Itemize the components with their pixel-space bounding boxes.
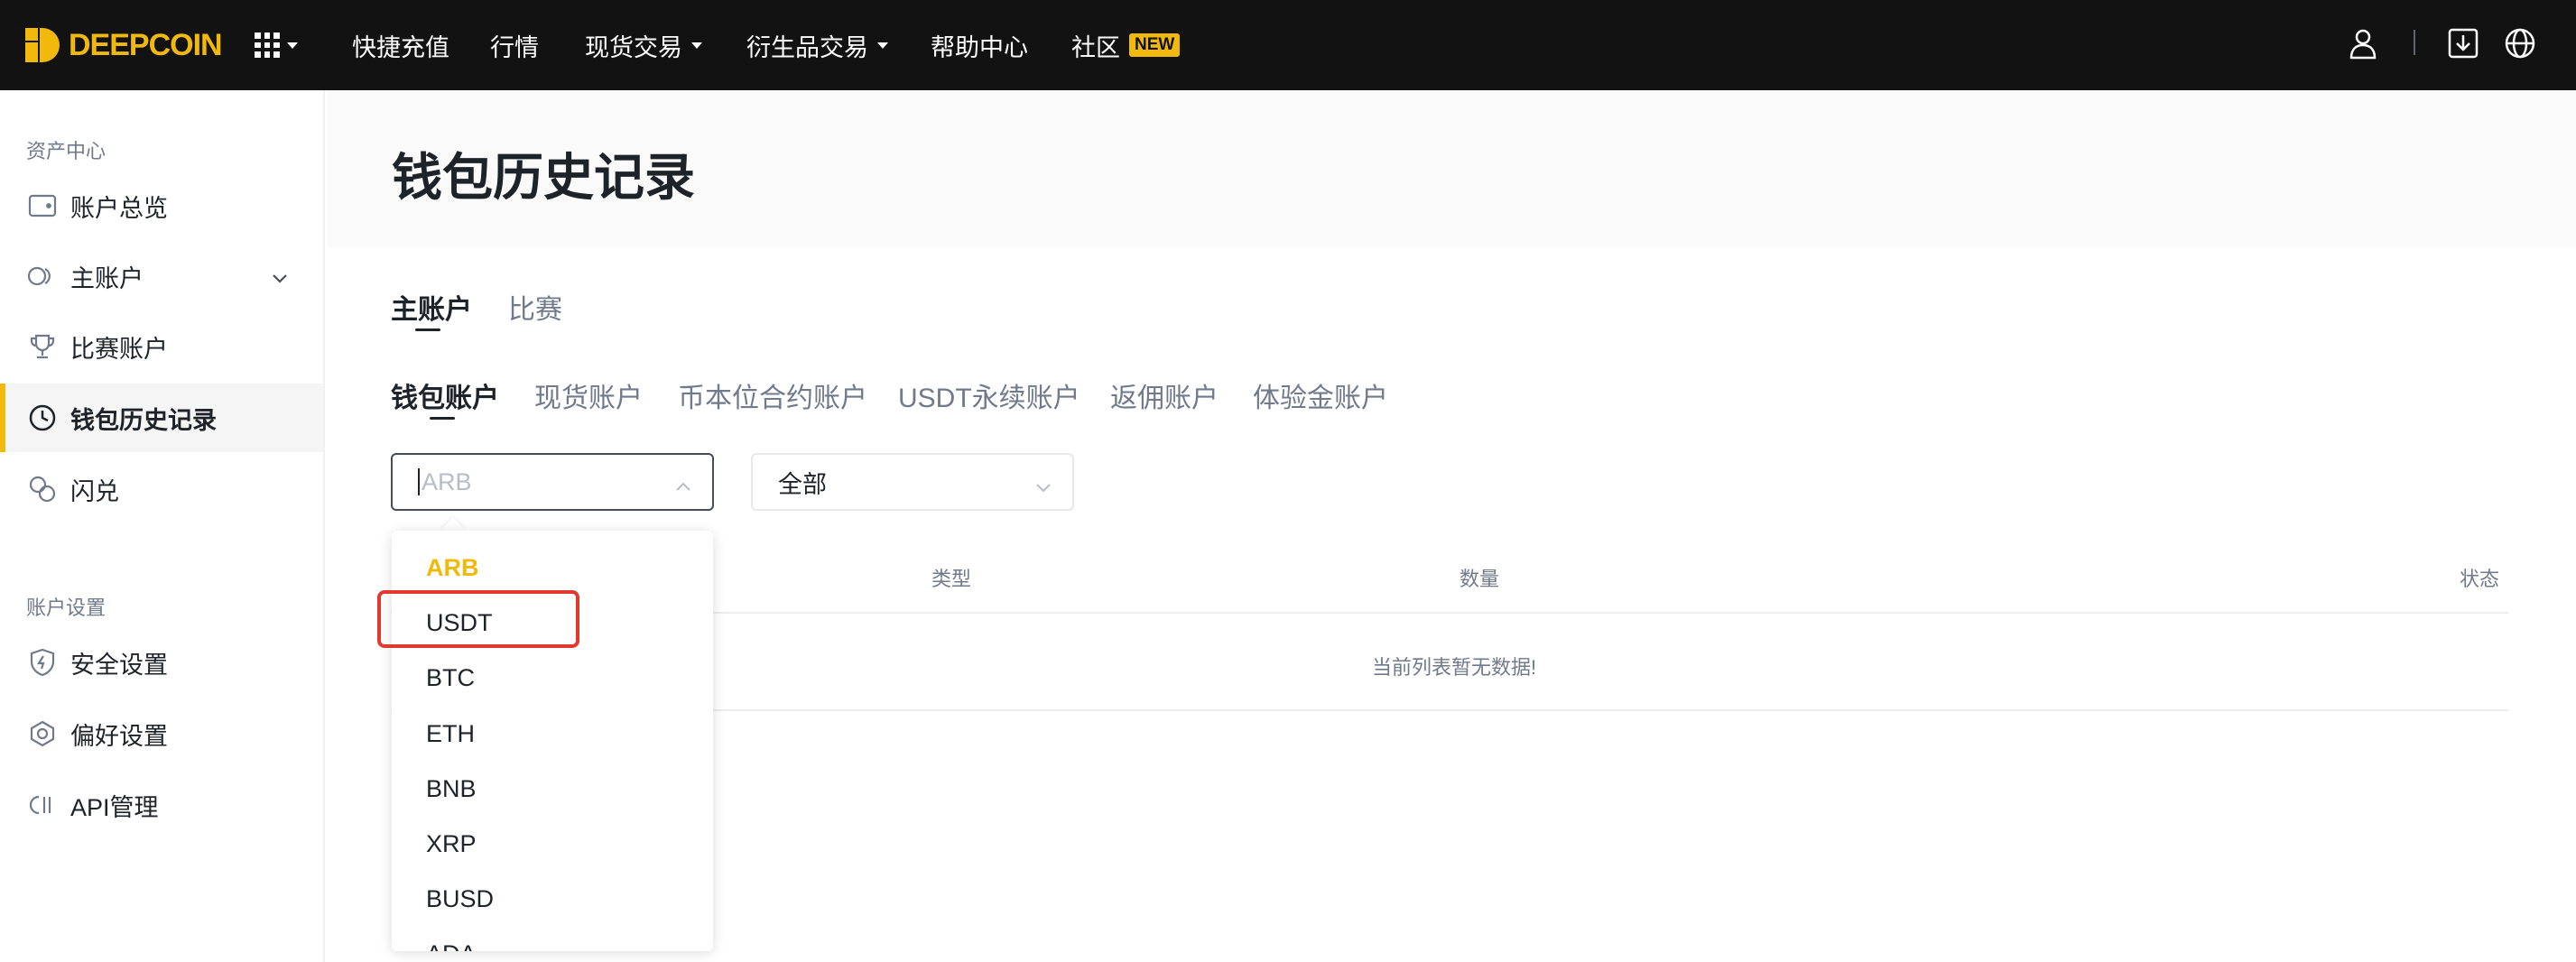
- sidebar-item-label: 偏好设置: [70, 722, 168, 750]
- nav-label: 衍生品交易: [746, 33, 868, 61]
- sidebar-item-account-overview[interactable]: 账户总览: [0, 171, 323, 240]
- divider: [2414, 30, 2415, 55]
- top-navigation-bar: DEEPCOIN 快捷充值 行情 现货交易 衍生品交易 帮助中心 社区 NEW: [0, 0, 2576, 90]
- nav-label: 社区: [1071, 33, 1120, 61]
- settings-hexagon-icon: [27, 718, 58, 749]
- user-icon[interactable]: [2345, 25, 2381, 61]
- sidebar-item-main-account[interactable]: 主账户: [0, 242, 323, 310]
- api-icon: [27, 790, 58, 820]
- shield-icon: [27, 647, 58, 678]
- type-select[interactable]: 全部: [751, 453, 1074, 511]
- apps-grid-icon: [255, 32, 280, 58]
- tab-spot-account[interactable]: 现货账户: [534, 375, 643, 415]
- new-badge: NEW: [1129, 33, 1181, 57]
- sidebar-item-security[interactable]: 安全设置: [0, 628, 323, 697]
- coin-option-arb[interactable]: ARB: [426, 554, 479, 582]
- nav-quick-deposit[interactable]: 快捷充值: [352, 25, 449, 65]
- sidebar-item-preferences[interactable]: 偏好设置: [0, 699, 323, 768]
- logo-text: DEEPCOIN: [69, 27, 223, 62]
- clock-icon: [27, 402, 58, 433]
- sidebar-item-wallet-history[interactable]: 钱包历史记录: [0, 384, 323, 452]
- text-cursor: [418, 468, 420, 495]
- column-header-type: 类型: [931, 568, 972, 590]
- nav-markets[interactable]: 行情: [490, 25, 539, 65]
- caret-down-icon: [877, 42, 888, 49]
- sidebar-group-settings: 账户设置: [26, 597, 107, 619]
- trophy-icon: [27, 331, 58, 362]
- tab-coin-margined-account[interactable]: 币本位合约账户: [678, 375, 867, 415]
- tab-trial-fund-account[interactable]: 体验金账户: [1253, 375, 1388, 415]
- tab-competition[interactable]: 比赛: [508, 287, 562, 327]
- column-header-status: 状态: [2460, 568, 2500, 590]
- nav-label: 快捷充值: [352, 33, 449, 61]
- sidebar-item-swap[interactable]: 闪兑: [0, 455, 323, 523]
- active-tab-indicator: [415, 328, 440, 331]
- coin-option-bnb[interactable]: BNB: [426, 775, 477, 803]
- apps-menu-button[interactable]: [255, 27, 298, 63]
- tab-main-account[interactable]: 主账户: [391, 287, 472, 327]
- coin-option-ada[interactable]: ADA: [426, 940, 477, 951]
- annotation-highlight-box: [377, 590, 579, 648]
- download-icon[interactable]: [2445, 25, 2481, 61]
- nav-community[interactable]: 社区 NEW: [1071, 25, 1181, 65]
- tab-rebate-account[interactable]: 返佣账户: [1110, 375, 1219, 415]
- nav-label: 帮助中心: [931, 33, 1028, 61]
- tab-usdt-perpetual-account[interactable]: USDT永续账户: [898, 375, 1080, 415]
- sidebar-item-label: 钱包历史记录: [70, 406, 217, 434]
- empty-state-message: 当前列表暂无数据!: [1372, 656, 1537, 679]
- deepcoin-logo[interactable]: DEEPCOIN: [25, 23, 223, 67]
- globe-icon[interactable]: [2502, 25, 2538, 61]
- chevron-down-icon: [1034, 475, 1052, 493]
- nav-spot-trading[interactable]: 现货交易: [585, 25, 702, 65]
- sidebar-item-label: API管理: [70, 793, 159, 821]
- sidebar-item-api-management[interactable]: API管理: [0, 771, 323, 839]
- page-title: 钱包历史记录: [392, 149, 695, 206]
- toggle-icon: [27, 261, 58, 291]
- chevron-up-icon: [674, 475, 692, 493]
- sidebar-item-competition-account[interactable]: 比赛账户: [0, 312, 323, 381]
- coin-option-eth[interactable]: ETH: [426, 720, 475, 748]
- swap-icon: [27, 474, 58, 504]
- nav-label: 现货交易: [585, 33, 682, 61]
- logo-mark-icon: [25, 28, 60, 62]
- sidebar-item-label: 主账户: [70, 264, 144, 292]
- sidebar-item-label: 闪兑: [70, 477, 119, 505]
- sidebar-item-label: 安全设置: [70, 651, 168, 679]
- wallet-icon: [27, 190, 58, 221]
- nav-label: 行情: [490, 33, 539, 61]
- coin-option-btc[interactable]: BTC: [426, 664, 475, 692]
- sidebar: 资产中心 账户总览 主账户 比赛账户 钱包历史记录 闪兑 账户设置 安全设置 偏…: [0, 90, 325, 962]
- coin-option-xrp[interactable]: XRP: [426, 830, 477, 858]
- column-header-amount: 数量: [1459, 568, 1500, 590]
- sidebar-item-label: 账户总览: [70, 194, 168, 222]
- chevron-down-icon: [271, 265, 289, 283]
- coin-select-placeholder: ARB: [422, 467, 472, 495]
- sidebar-group-assets: 资产中心: [26, 140, 107, 162]
- type-select-value: 全部: [778, 470, 827, 498]
- sidebar-item-label: 比赛账户: [70, 335, 168, 363]
- nav-derivatives[interactable]: 衍生品交易: [746, 25, 888, 65]
- page-header: 钱包历史记录: [327, 90, 2576, 247]
- coin-select[interactable]: ARB: [391, 453, 714, 511]
- nav-help-center[interactable]: 帮助中心: [931, 25, 1028, 65]
- active-tab-indicator: [430, 417, 455, 420]
- caret-down-icon: [691, 42, 702, 49]
- caret-down-icon: [287, 42, 298, 49]
- tab-wallet-account[interactable]: 钱包账户: [391, 375, 499, 415]
- coin-option-busd[interactable]: BUSD: [426, 885, 494, 913]
